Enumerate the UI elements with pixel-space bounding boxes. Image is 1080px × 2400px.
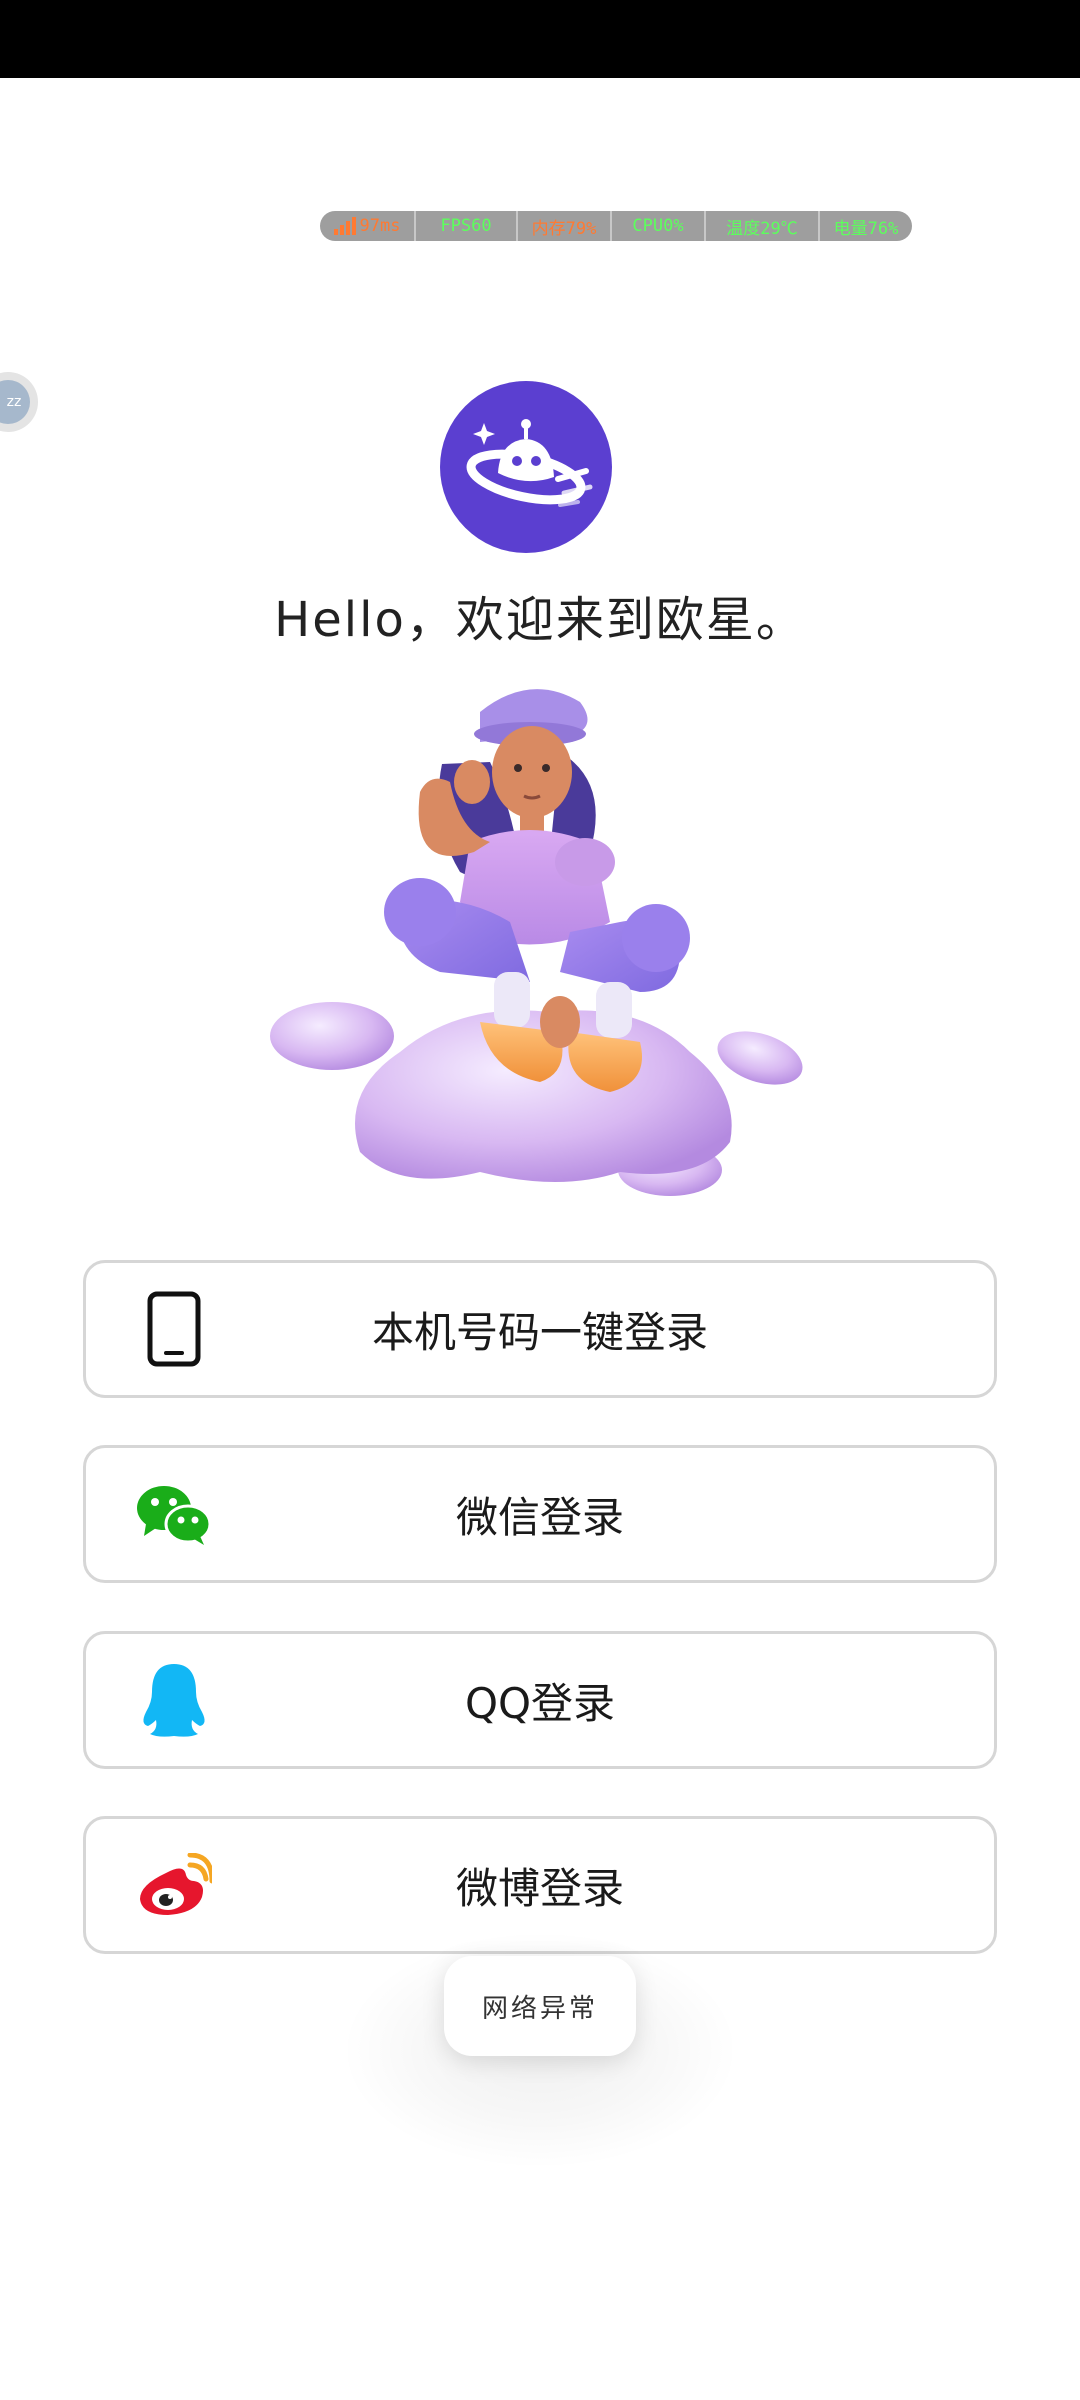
perf-memory: 内存79% bbox=[518, 211, 612, 241]
perf-fps: FPS60 bbox=[416, 211, 518, 241]
perf-cpu: CPU0% bbox=[612, 211, 706, 241]
phone-icon bbox=[136, 1291, 212, 1367]
girl-sitting-illustration bbox=[270, 689, 803, 1196]
wechat-login-label: 微信登录 bbox=[455, 1492, 624, 1542]
performance-overlay: 97ms FPS60 内存79% CPU0% 温度29℃ 电量76% bbox=[320, 211, 912, 241]
login-screen: 97ms FPS60 内存79% CPU0% 温度29℃ 电量76% zz He… bbox=[0, 0, 1080, 2400]
hero-illustration bbox=[260, 672, 820, 1212]
signal-icon bbox=[333, 217, 356, 235]
qq-login-button[interactable]: QQ登录 bbox=[83, 1631, 997, 1769]
phone-login-button[interactable]: 本机号码一键登录 bbox=[83, 1260, 997, 1398]
weibo-icon bbox=[136, 1847, 212, 1923]
wechat-login-button[interactable]: 微信登录 bbox=[83, 1445, 997, 1583]
qq-icon bbox=[136, 1662, 212, 1738]
wechat-icon bbox=[136, 1476, 212, 1552]
network-error-toast: 网络异常 bbox=[444, 1956, 636, 2056]
phone-login-label: 本机号码一键登录 bbox=[371, 1307, 708, 1357]
welcome-greeting: Hello，欢迎来到欧星。 bbox=[274, 592, 806, 648]
floating-bubble-label: zz bbox=[0, 380, 30, 424]
perf-temperature: 温度29℃ bbox=[706, 211, 820, 241]
perf-latency: 97ms bbox=[359, 216, 401, 236]
planet-ufo-icon bbox=[466, 419, 593, 507]
weibo-login-label: 微博登录 bbox=[455, 1863, 624, 1913]
app-logo bbox=[440, 381, 612, 553]
floating-assistant-bubble[interactable]: zz bbox=[0, 372, 38, 432]
qq-login-label: QQ登录 bbox=[464, 1678, 616, 1728]
perf-battery: 电量76% bbox=[833, 218, 899, 239]
perf-signal: 97ms bbox=[320, 211, 416, 241]
status-bar bbox=[0, 0, 1080, 78]
